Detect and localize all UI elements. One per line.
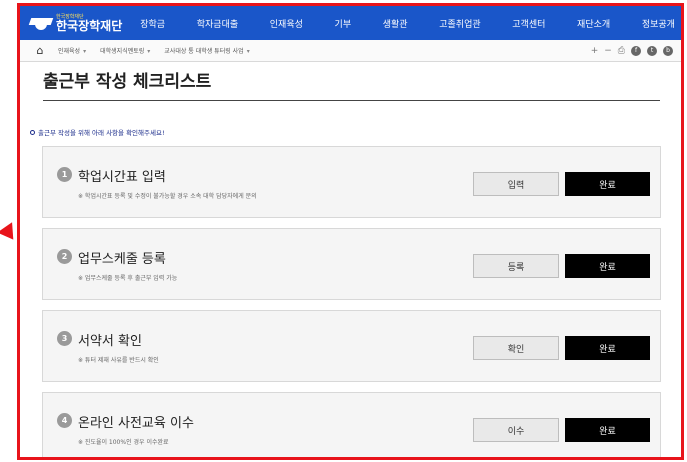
- complete-training-button[interactable]: 이수: [473, 418, 559, 442]
- notice-text: 출근부 작성을 위해 아래 사항을 확인해주세요!: [30, 127, 681, 137]
- blog-icon[interactable]: b: [663, 45, 673, 56]
- step-note: ※ 업무스케줄 등록 후 출근부 입력 가능: [78, 275, 178, 282]
- chevron-down-icon: ▾: [147, 48, 151, 55]
- checklist: 1 학업시간표 입력 ※ 학업시간표 등록 및 수정이 불가능할 경우 소속 대…: [42, 146, 661, 457]
- nav-item-about[interactable]: 재단소개: [577, 17, 610, 30]
- nav-item-employment[interactable]: 고졸취업관: [439, 17, 480, 30]
- nav-item-scholarship[interactable]: 장학금: [140, 17, 165, 30]
- nav-item-customer-center[interactable]: 고객센터: [512, 17, 545, 30]
- print-icon[interactable]: ⎙: [618, 46, 625, 56]
- breadcrumb-item-1[interactable]: 인재육성 ▾: [58, 46, 86, 55]
- facebook-icon[interactable]: f: [631, 45, 641, 56]
- checklist-step-pledge: 3 서약서 확인 ※ 튜터 제재 사유를 반드시 확인 확인 완료: [42, 310, 661, 382]
- zoom-in-button[interactable]: +: [591, 46, 599, 56]
- breadcrumb-item-3[interactable]: 교사대상 통 대학생 튜터링 사업 ▾: [164, 46, 249, 55]
- nav-item-disclosure[interactable]: 정보공개: [642, 17, 675, 30]
- checklist-step-timetable: 1 학업시간표 입력 ※ 학업시간표 등록 및 수정이 불가능할 경우 소속 대…: [42, 146, 661, 218]
- home-icon[interactable]: ⌂: [30, 44, 50, 57]
- bullet-icon: [30, 129, 35, 135]
- nav-item-dormitory[interactable]: 생활관: [383, 17, 408, 30]
- nav-item-talent[interactable]: 인재육성: [270, 17, 303, 30]
- graduation-cap-icon: [30, 16, 52, 30]
- logo-name: 한국장학재단: [56, 18, 123, 33]
- page-title: 출근부 작성 체크리스트: [43, 72, 212, 92]
- nav-item-donation[interactable]: 기부: [335, 17, 352, 30]
- highlight-frame: 한국장학재단 한국장학재단 장학금 학자금대출 인재육성 기부 생활관 고졸취업…: [17, 3, 684, 460]
- page-tools: + − ⎙ f t b: [591, 45, 673, 56]
- zoom-out-button[interactable]: −: [604, 46, 612, 56]
- step-title: 서약서 확인: [78, 334, 142, 349]
- notice-label: 출근부 작성을 위해 아래 사항을 확인해주세요!: [38, 129, 165, 137]
- top-navigation: 한국장학재단 한국장학재단 장학금 학자금대출 인재육성 기부 생활관 고졸취업…: [20, 6, 681, 40]
- step-title: 업무스케줄 등록: [78, 252, 166, 267]
- step-title: 학업시간표 입력: [78, 170, 166, 185]
- step-number-badge: 1: [57, 167, 72, 182]
- register-schedule-button[interactable]: 등록: [473, 254, 559, 278]
- step-number-badge: 4: [57, 413, 72, 428]
- site-logo[interactable]: 한국장학재단 한국장학재단: [30, 14, 123, 33]
- step-note: ※ 튜터 제재 사유를 반드시 확인: [78, 357, 159, 364]
- confirm-pledge-button[interactable]: 확인: [473, 336, 559, 360]
- complete-button[interactable]: 완료: [565, 172, 650, 196]
- breadcrumb-item-2[interactable]: 대학생지식멘토링 ▾: [100, 46, 150, 55]
- complete-button[interactable]: 완료: [565, 418, 650, 442]
- step-note: ※ 진도율이 100%인 경우 이수완료: [78, 439, 169, 446]
- step-number-badge: 2: [57, 249, 72, 264]
- enter-timetable-button[interactable]: 입력: [473, 172, 559, 196]
- twitter-icon[interactable]: t: [647, 45, 657, 56]
- step-title: 온라인 사전교육 이수: [78, 416, 194, 431]
- chevron-down-icon: ▾: [83, 48, 87, 55]
- title-divider: [43, 100, 660, 101]
- chevron-down-icon: ▾: [246, 48, 250, 55]
- nav-item-student-loan[interactable]: 학자금대출: [197, 17, 238, 30]
- checklist-step-schedule: 2 업무스케줄 등록 ※ 업무스케줄 등록 후 출근부 입력 가능 등록 완료: [42, 228, 661, 300]
- complete-button[interactable]: 완료: [565, 336, 650, 360]
- checklist-step-training: 4 온라인 사전교육 이수 ※ 진도율이 100%인 경우 이수완료 이수 완료: [42, 392, 661, 457]
- complete-button[interactable]: 완료: [565, 254, 650, 278]
- main-menu: 장학금 학자금대출 인재육성 기부 생활관 고졸취업관 고객센터 재단소개 정보…: [140, 17, 675, 30]
- breadcrumb: ⌂ 인재육성 ▾ 대학생지식멘토링 ▾ 교사대상 통 대학생 튜터링 사업 ▾ + −…: [20, 40, 681, 62]
- step-note: ※ 학업시간표 등록 및 수정이 불가능할 경우 소속 대학 담당자에게 문의: [78, 193, 257, 200]
- step-number-badge: 3: [57, 331, 72, 346]
